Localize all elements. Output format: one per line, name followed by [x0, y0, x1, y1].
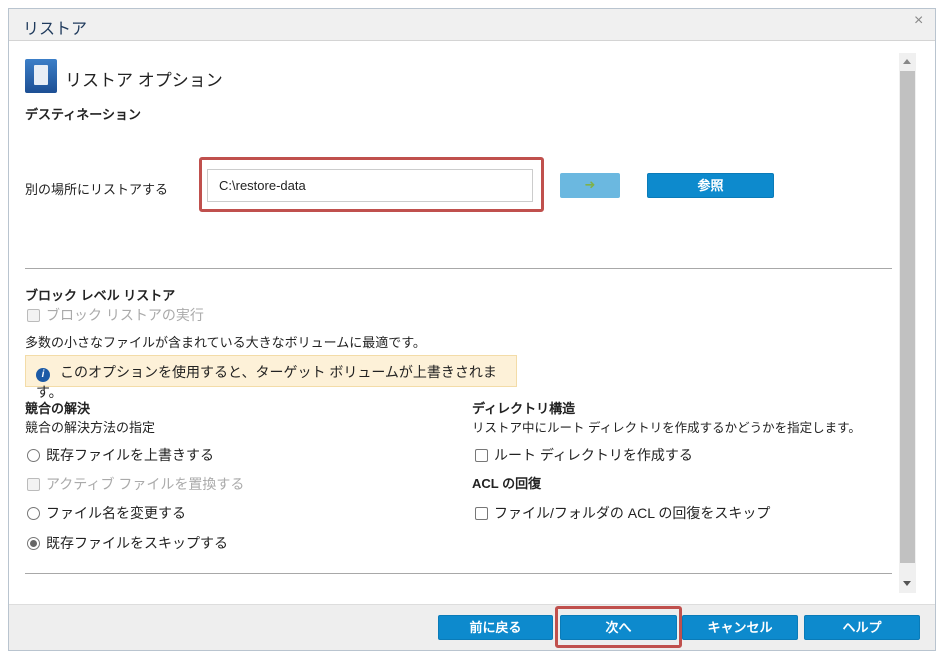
- title-bar: リストア ×: [9, 9, 935, 41]
- checkbox-label: ブロック リストアの実行: [46, 307, 204, 323]
- cancel-button[interactable]: キャンセル: [682, 615, 798, 640]
- directory-description: リストア中にルート ディレクトリを作成するかどうかを指定します。: [472, 421, 861, 435]
- option-label: ファイル名を変更する: [46, 505, 186, 521]
- divider: [25, 268, 892, 269]
- block-heading: ブロック レベル リストア: [25, 288, 176, 303]
- divider: [25, 573, 892, 574]
- skip-acl-checkbox[interactable]: ファイル/フォルダの ACL の回復をスキップ: [475, 503, 770, 523]
- conflict-heading: 競合の解決: [25, 401, 91, 416]
- scrollbar[interactable]: [899, 53, 916, 593]
- create-root-checkbox[interactable]: ルート ディレクトリを作成する: [475, 445, 693, 465]
- option-label: 既存ファイルを上書きする: [46, 447, 214, 463]
- warning-banner: i このオプションを使用すると、ターゲット ボリュームが上書きされます。: [25, 355, 517, 400]
- radio[interactable]: [27, 537, 40, 550]
- directory-heading: ディレクトリ構造: [472, 401, 576, 416]
- next-button[interactable]: 次へ: [560, 615, 677, 640]
- checkbox[interactable]: [475, 449, 488, 462]
- acl-heading: ACL の回復: [472, 476, 542, 491]
- radio-rename[interactable]: ファイル名を変更する: [27, 503, 186, 523]
- radio-skip[interactable]: 既存ファイルをスキップする: [27, 533, 228, 553]
- block-description: 多数の小さなファイルが含まれている大きなボリュームに最適です。: [25, 335, 426, 350]
- scrollbar-thumb[interactable]: [900, 71, 915, 563]
- help-button[interactable]: ヘルプ: [804, 615, 920, 640]
- radio[interactable]: [27, 449, 40, 462]
- back-button[interactable]: 前に戻る: [438, 615, 553, 640]
- checkbox[interactable]: [475, 507, 488, 520]
- block-restore-checkbox: ブロック リストアの実行: [27, 305, 204, 325]
- go-button[interactable]: ➜: [560, 173, 620, 198]
- checkbox-label: ルート ディレクトリを作成する: [494, 447, 693, 463]
- checkbox: [27, 309, 40, 322]
- destination-path-input[interactable]: C:\restore-data: [207, 169, 533, 202]
- option-label: アクティブ ファイルを置換する: [46, 476, 245, 492]
- checkbox-replace-active: アクティブ ファイルを置換する: [27, 474, 244, 494]
- radio-overwrite[interactable]: 既存ファイルを上書きする: [27, 445, 214, 465]
- radio[interactable]: [27, 507, 40, 520]
- scroll-up-icon[interactable]: [903, 59, 911, 64]
- destination-label: 別の場所にリストアする: [25, 182, 169, 197]
- option-label: 既存ファイルをスキップする: [46, 535, 228, 551]
- close-icon[interactable]: ×: [914, 12, 923, 30]
- arrow-right-icon: ➜: [584, 177, 596, 192]
- conflict-subheading: 競合の解決方法の指定: [25, 420, 156, 435]
- info-icon: i: [36, 368, 50, 382]
- warning-text: このオプションを使用すると、ターゲット ボリュームが上書きされます。: [36, 364, 497, 400]
- page-title: リストア オプション: [65, 71, 223, 90]
- browse-button[interactable]: 参照: [647, 173, 774, 198]
- footer: 前に戻る 次へ キャンセル ヘルプ: [9, 604, 935, 650]
- scroll-down-icon[interactable]: [903, 581, 911, 586]
- restore-dialog: リストア × リストア オプション デスティネーション 別の場所にリストアする …: [8, 8, 936, 651]
- restore-options-icon: [25, 59, 57, 93]
- section-destination: デスティネーション: [25, 107, 141, 122]
- checkbox-label: ファイル/フォルダの ACL の回復をスキップ: [494, 505, 771, 521]
- window-title: リストア: [23, 21, 88, 38]
- checkbox: [27, 478, 40, 491]
